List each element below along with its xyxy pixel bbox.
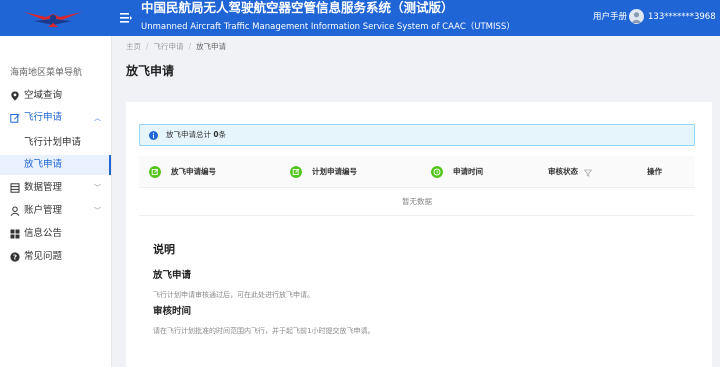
column-header-actions: 操作 — [647, 167, 662, 176]
sidebar-item-data-management[interactable]: 数据管理 ﹀ — [0, 178, 111, 198]
release-number-column-icon — [149, 166, 161, 178]
column-header-plan-number: 计划申请编号 — [312, 167, 357, 176]
breadcrumb: 主页 / 飞行申请 / 放飞申请 — [126, 42, 226, 52]
sidebar-item-label: 放飞申请 — [24, 159, 63, 170]
column-header-release-number: 放飞申请编号 — [171, 167, 216, 176]
content-card: 放飞申请总计 0条 放飞申请编号 计划申请编号 申请时间 审核状态 操作 暂无数… — [126, 102, 712, 367]
plan-number-column-icon — [290, 166, 302, 178]
total-count-alert: 放飞申请总计 0条 — [139, 124, 695, 146]
grid-icon — [10, 229, 20, 239]
sidebar-item-announcements[interactable]: 信息公告 — [0, 224, 111, 244]
clock-icon — [431, 166, 443, 178]
chevron-up-icon: ︿ — [94, 114, 101, 122]
chevron-down-icon: ﹀ — [94, 207, 101, 215]
system-subtitle: Unmanned Aircraft Traffic Management Inf… — [141, 22, 515, 32]
column-header-application-time: 申请时间 — [453, 167, 483, 176]
breadcrumb-current: 放飞申请 — [196, 42, 227, 51]
question-circle-icon: ? — [10, 252, 20, 262]
description-text: 请在飞行计划批准的时间范围内飞行，并于起飞前1小时提交放飞申请。 — [153, 327, 375, 335]
sidebar-item-flight-application[interactable]: 飞行申请 ︿ — [0, 108, 111, 128]
alert-text: 放飞申请总计 0条 — [166, 130, 226, 140]
user-phone[interactable]: 133*******3968 — [648, 11, 716, 23]
location-pin-icon — [11, 91, 19, 101]
sidebar-item-label: 常见问题 — [24, 251, 63, 262]
table-header: 放飞申请编号 计划申请编号 申请时间 审核状态 操作 — [139, 156, 695, 188]
sidebar-item-airspace-query[interactable]: 空域查询 — [0, 86, 111, 106]
description-title: 说明 — [153, 243, 175, 256]
user-icon — [10, 206, 20, 216]
sidebar-item-label: 信息公告 — [24, 228, 63, 239]
sidebar-item-label: 数据管理 — [24, 182, 63, 193]
filter-icon[interactable] — [584, 169, 592, 177]
alert-prefix: 放飞申请总计 — [166, 130, 214, 139]
table-empty-state: 暂无数据 — [139, 188, 695, 216]
description-heading: 放飞申请 — [153, 270, 192, 281]
sidebar-item-release-application[interactable]: 放飞申请 — [0, 155, 111, 175]
avatar[interactable] — [629, 9, 644, 24]
description-text: 飞行计划申请审核通过后，可在此处进行放飞申请。 — [153, 291, 314, 299]
sidebar-item-flight-plan-application[interactable]: 飞行计划申请 — [0, 133, 111, 153]
sidebar-item-faq[interactable]: ? 常见问题 — [0, 247, 111, 267]
sidebar-item-label: 空域查询 — [24, 90, 63, 101]
breadcrumb-flight-application[interactable]: 飞行申请 — [154, 42, 184, 51]
sidebar-item-label: 飞行计划申请 — [24, 137, 82, 148]
user-manual-link[interactable]: 用户手册 — [593, 11, 627, 23]
sidebar-item-account-management[interactable]: 账户管理 ﹀ — [0, 201, 111, 221]
system-title: 中国民航局无人驾驶航空器空管信息服务系统（测试版） — [141, 0, 454, 15]
breadcrumb-home[interactable]: 主页 — [126, 42, 141, 51]
sidebar: 海南地区菜单导航 空域查询 飞行申请 ︿ 飞行计划申请 放飞申请 数据管理 ﹀ — [0, 36, 112, 367]
sidebar-title: 海南地区菜单导航 — [10, 68, 83, 78]
caac-logo — [24, 12, 82, 27]
user-avatar-icon — [631, 12, 642, 23]
svg-text:?: ? — [13, 254, 17, 262]
column-header-review-status: 审核状态 — [548, 167, 578, 176]
breadcrumb-separator: / — [188, 42, 192, 51]
chevron-down-icon: ﹀ — [94, 184, 101, 192]
description-heading: 审核时间 — [153, 306, 192, 317]
sidebar-item-label: 飞行申请 — [24, 112, 63, 123]
info-icon — [149, 131, 158, 140]
database-icon — [10, 183, 20, 193]
breadcrumb-separator: / — [146, 42, 149, 51]
top-header-bar: 中国民航局无人驾驶航空器空管信息服务系统（测试版） Unmanned Aircr… — [0, 0, 720, 36]
page-title: 放飞申请 — [126, 64, 175, 78]
menu-toggle-icon[interactable] — [120, 11, 132, 25]
edit-form-icon — [10, 114, 20, 123]
alert-suffix: 条 — [218, 130, 227, 139]
sidebar-item-label: 账户管理 — [24, 205, 63, 216]
